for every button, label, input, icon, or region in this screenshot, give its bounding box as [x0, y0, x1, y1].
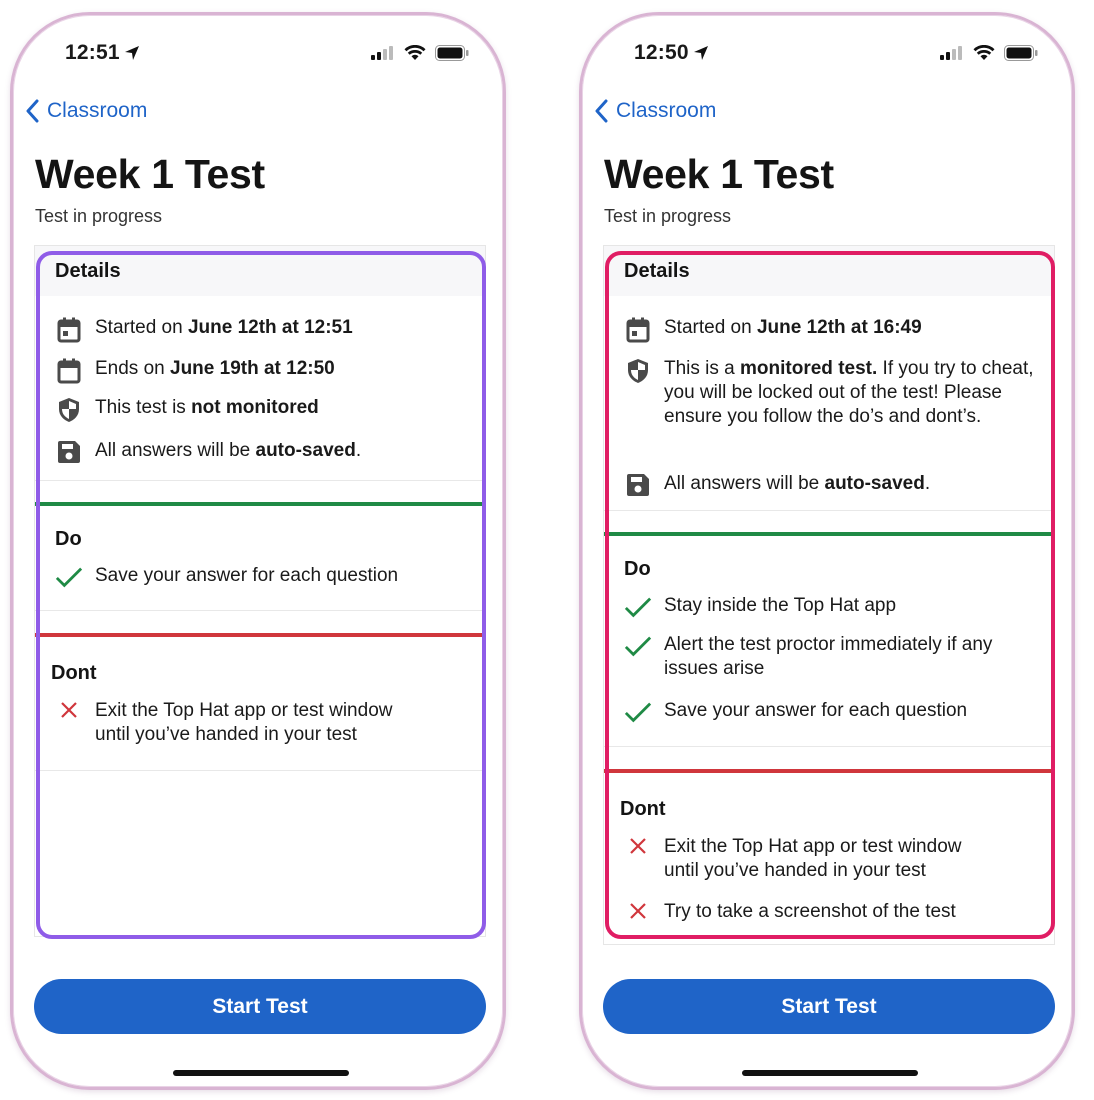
- clock-text: 12:51: [65, 41, 120, 64]
- status-bar: 12:51: [13, 41, 503, 71]
- home-indicator[interactable]: [173, 1070, 349, 1076]
- status-time: 12:50: [634, 41, 709, 65]
- location-arrow-icon: [124, 46, 139, 60]
- location-arrow-icon: [693, 46, 708, 60]
- chevron-left-icon: [26, 99, 39, 123]
- wifi-icon: [404, 45, 426, 60]
- phone-screen-left: 12:51 Classroom Week 1 Test Test in prog…: [10, 12, 506, 1090]
- page-title: Week 1 Test: [35, 151, 265, 197]
- status-icons: [940, 45, 1038, 61]
- page-subtitle: Test in progress: [35, 206, 163, 226]
- home-indicator[interactable]: [742, 1070, 918, 1076]
- page-title: Week 1 Test: [604, 151, 834, 197]
- start-test-button[interactable]: Start Test: [34, 979, 486, 1034]
- start-test-button[interactable]: Start Test: [603, 979, 1055, 1034]
- cellular-signal-icon: [940, 46, 962, 60]
- status-bar: 12:50: [582, 41, 1072, 71]
- phone-screen-right: 12:50 Classroom Week 1 Test Test in prog…: [579, 12, 1075, 1090]
- battery-icon: [435, 45, 469, 61]
- battery-icon: [1004, 45, 1038, 61]
- chevron-left-icon: [595, 99, 608, 123]
- cellular-signal-icon: [371, 46, 393, 60]
- clock-text: 12:50: [634, 41, 689, 64]
- wifi-icon: [973, 45, 995, 60]
- back-label: Classroom: [47, 99, 148, 122]
- page-subtitle: Test in progress: [604, 206, 732, 226]
- status-icons: [371, 45, 469, 61]
- highlight-frame: [36, 251, 486, 939]
- back-button[interactable]: Classroom: [594, 99, 716, 123]
- back-label: Classroom: [616, 99, 717, 122]
- back-button[interactable]: Classroom: [25, 99, 147, 123]
- status-time: 12:51: [65, 41, 140, 65]
- highlight-frame: [605, 251, 1055, 939]
